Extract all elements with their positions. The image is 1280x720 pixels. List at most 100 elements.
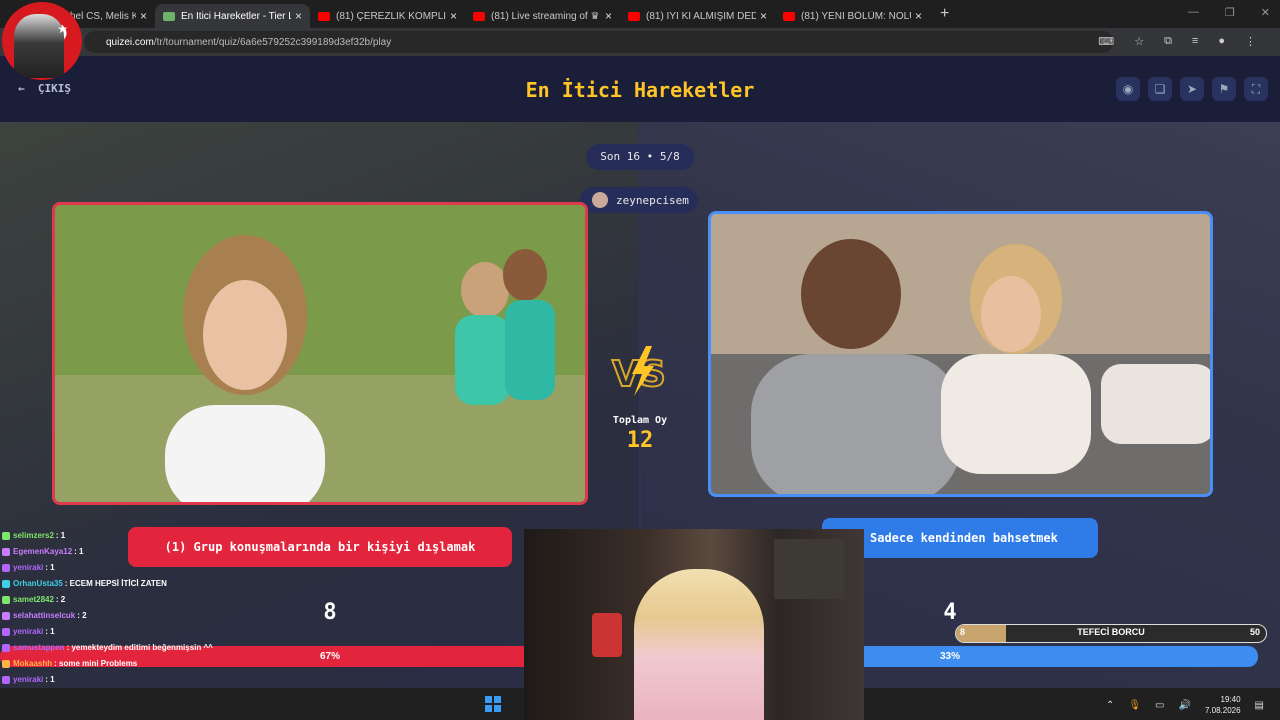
- total-votes-value: 12: [626, 428, 654, 453]
- user-avatar: [592, 192, 608, 208]
- left-vote-percent: 67%: [319, 651, 340, 662]
- fullscreen-icon[interactable]: ⛶: [1244, 77, 1268, 101]
- browser-tab[interactable]: (81) YENİ BÖLÜM: NOLUYO YA ×: [775, 4, 930, 28]
- round-progress-badge: Son 16 • 5/8: [586, 144, 694, 170]
- app-header: ← ÇIKIŞ En İtici Hareketler ◉ ❏ ➤ ⚑ ⛶: [0, 56, 1280, 122]
- right-vote-percent: 33%: [939, 651, 960, 662]
- chat-badge-icon: [2, 580, 10, 588]
- chat-message: samet2842: 2: [2, 592, 302, 608]
- chat-username: yeniraki: [13, 627, 44, 636]
- network-icon[interactable]: ▭: [1155, 700, 1164, 711]
- total-votes-label: Toplam Oy: [612, 415, 668, 426]
- chat-text: : 1: [45, 675, 55, 684]
- chat-text: : 1: [55, 531, 66, 540]
- chat-badge-icon: [2, 612, 10, 620]
- browser-tab-bar: hel CS, Melis Kar - DACIA × En İtici Hare…: [0, 0, 1280, 28]
- menu-icon[interactable]: ⋮: [1245, 35, 1256, 48]
- close-icon[interactable]: ×: [605, 9, 612, 23]
- minimize-icon[interactable]: —: [1188, 6, 1199, 19]
- chat-text: : some mini Problems: [54, 659, 138, 668]
- browser-tab-active[interactable]: En İtici Hareketler - Tier List, Kıy ×: [155, 4, 310, 28]
- chat-text: : yemekteydim editimi beğenmişsin ^^: [66, 643, 213, 652]
- tab-title: hel CS, Melis Kar - DACIA: [70, 10, 136, 22]
- goal-title: TEFECİ BORCU: [1077, 627, 1145, 637]
- close-icon[interactable]: ×: [450, 9, 457, 23]
- address-bar[interactable]: quizei.com/tr/tournament/quiz/6a6e579252…: [84, 31, 1114, 53]
- chat-badge-icon: [2, 660, 10, 668]
- volume-icon[interactable]: 🔊: [1179, 700, 1191, 711]
- tab-title: (81) Live streaming of ♛ 𝓜𝓲𝓪: [491, 10, 601, 22]
- chat-username: Mokaashh: [13, 659, 53, 668]
- send-icon[interactable]: ➤: [1180, 77, 1204, 101]
- webcam-overlay: [524, 529, 864, 720]
- chat-username: samet2842: [13, 595, 54, 604]
- clock-time: 19:40: [1220, 695, 1241, 704]
- browser-tab[interactable]: (81) Live streaming of ♛ 𝓜𝓲𝓪 ×: [465, 4, 620, 28]
- profile-icon[interactable]: ●: [1218, 35, 1225, 48]
- translate-icon[interactable]: ⌨: [1098, 35, 1114, 48]
- background-shelf: [774, 539, 844, 599]
- flag-icon[interactable]: ⚑: [1212, 77, 1236, 101]
- header-actions: ◉ ❏ ➤ ⚑ ⛶: [1116, 77, 1268, 101]
- chat-text: : 2: [55, 595, 66, 604]
- windows-start-icon[interactable]: [485, 696, 501, 712]
- streamer-avatar-overlay: ★: [2, 2, 82, 80]
- tab-title: (81) İYİ Kİ ALMIŞIM DEDİĞİM Ü: [646, 10, 756, 22]
- close-icon[interactable]: ×: [915, 9, 922, 23]
- chat-badge-icon: [2, 564, 10, 572]
- url-path: /tr/tournament/quiz/6a6e579252c399189d3e…: [153, 36, 392, 48]
- new-tab-button[interactable]: +: [940, 5, 949, 23]
- background-lamp: [592, 613, 622, 657]
- tab-title: (81) ÇEREZLİK KOMPLİKE 14 - Y: [336, 10, 446, 22]
- right-vote-count: 4: [943, 600, 957, 625]
- username: zeynepcisem: [616, 193, 689, 207]
- system-tray: ⌃ 🎙 ▭ 🔊 19:40 7.08.2026 ▤: [1106, 694, 1264, 716]
- vs-icon: VS: [611, 346, 667, 396]
- close-icon[interactable]: ×: [295, 9, 302, 23]
- user-badge: zeynepcisem: [580, 187, 698, 213]
- chat-username: samustappen: [13, 643, 65, 652]
- microphone-icon[interactable]: 🎙: [1128, 700, 1141, 711]
- youtube-favicon-icon: [783, 11, 795, 21]
- chat-message: samustappen: yemekteydim editimi beğenmi…: [2, 640, 302, 656]
- right-photo: [711, 214, 1210, 494]
- right-option-image[interactable]: [708, 211, 1213, 497]
- chat-username: yeniraki: [13, 563, 44, 572]
- chat-text: : ECEM HEPSİ İTİCİ ZATEN: [64, 579, 167, 588]
- youtube-favicon-icon: [628, 11, 640, 21]
- browser-toolbar-icons: ⌨ ☆ ⧉ ≡ ● ⋮: [1098, 35, 1256, 48]
- page-title: En İtici Hareketler: [525, 78, 755, 102]
- star-icon: ★: [57, 22, 68, 36]
- copy-icon[interactable]: ❏: [1148, 77, 1172, 101]
- close-icon[interactable]: ×: [140, 9, 147, 23]
- extensions-icon[interactable]: ⧉: [1164, 35, 1172, 48]
- chat-text: : 2: [77, 611, 87, 620]
- notification-icon[interactable]: ▤: [1255, 700, 1264, 711]
- left-vote-count: 8: [323, 600, 337, 625]
- quizei-favicon-icon: [163, 11, 175, 21]
- clock[interactable]: 19:40 7.08.2026: [1205, 694, 1241, 716]
- tab-title: En İtici Hareketler - Tier List, Kıy: [181, 10, 291, 22]
- window-controls: — ❐ ✕: [1188, 6, 1270, 19]
- chat-text: : 1: [45, 563, 55, 572]
- browser-tab[interactable]: (81) İYİ Kİ ALMIŞIM DEDİĞİM Ü ×: [620, 4, 775, 28]
- reading-list-icon[interactable]: ≡: [1192, 35, 1198, 48]
- svg-text:VS: VS: [612, 354, 666, 395]
- close-window-icon[interactable]: ✕: [1261, 6, 1270, 19]
- left-option-image[interactable]: [52, 202, 588, 505]
- chat-message: yeniraki: 1: [2, 560, 302, 576]
- chat-badge-icon: [2, 596, 10, 604]
- clock-date: 7.08.2026: [1204, 706, 1241, 715]
- chat-text: : 1: [45, 627, 55, 636]
- browser-tab[interactable]: (81) ÇEREZLİK KOMPLİKE 14 - Y ×: [310, 4, 465, 28]
- restore-icon[interactable]: ❐: [1225, 6, 1235, 19]
- bookmark-star-icon[interactable]: ☆: [1134, 35, 1144, 48]
- chat-text: : 1: [74, 547, 84, 556]
- chat-username: OrhanUsta35: [13, 579, 63, 588]
- eye-icon[interactable]: ◉: [1116, 77, 1140, 101]
- chat-username: EgemenKaya12: [13, 547, 73, 556]
- chat-badge-icon: [2, 644, 10, 652]
- chevron-up-icon[interactable]: ⌃: [1106, 700, 1114, 711]
- close-icon[interactable]: ×: [760, 9, 767, 23]
- streamer-figure: [634, 569, 764, 720]
